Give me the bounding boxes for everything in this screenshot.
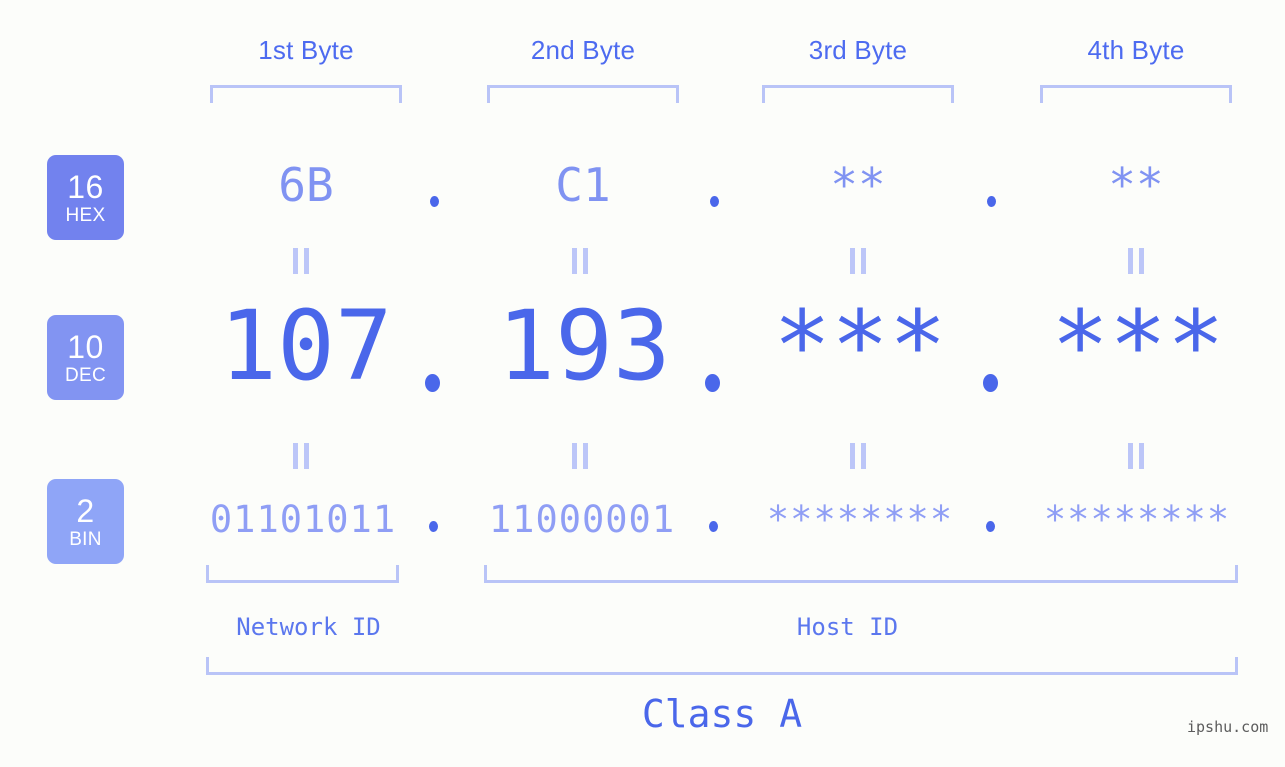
equality-connector-hex-dec-4	[1128, 248, 1144, 274]
equality-connector-dec-bin-4	[1128, 443, 1144, 469]
equality-connector-dec-bin-2	[572, 443, 588, 469]
base-badge-hex-abbr: HEX	[65, 204, 106, 226]
dec-byte-value-2: 193	[497, 290, 671, 402]
hex-separator-1	[430, 196, 439, 207]
network-id-bracket	[206, 565, 399, 583]
class-bracket	[206, 657, 1238, 675]
base-badge-bin: 2 BIN	[47, 479, 124, 564]
host-id-bracket	[484, 565, 1238, 583]
equality-connector-dec-bin-1	[293, 443, 309, 469]
base-badge-bin-number: 2	[76, 492, 95, 529]
hex-byte-value-4: **	[1108, 158, 1164, 212]
equality-connector-hex-dec-3	[850, 248, 866, 274]
dec-byte-value-4: ***	[1051, 290, 1225, 402]
hex-byte-value-2: C1	[555, 158, 611, 212]
byte-bracket-2	[487, 85, 679, 103]
base-badge-hex: 16 HEX	[47, 155, 124, 240]
hex-byte-value-3: **	[830, 158, 886, 212]
host-id-label: Host ID	[796, 613, 899, 641]
bin-separator-2	[709, 521, 718, 532]
dec-byte-value-3: ***	[773, 290, 947, 402]
dec-byte-value-1: 107	[219, 290, 393, 402]
equality-connector-dec-bin-3	[850, 443, 866, 469]
bin-byte-value-1: 01101011	[209, 498, 397, 541]
byte-header-label-3: 3rd Byte	[808, 35, 908, 65]
class-label: Class A	[641, 692, 803, 736]
bin-byte-value-4: ********	[1043, 498, 1231, 541]
bin-byte-value-3: ********	[766, 498, 954, 541]
dec-separator-1	[425, 374, 440, 392]
equality-connector-hex-dec-1	[293, 248, 309, 274]
base-badge-dec-number: 10	[67, 328, 104, 365]
byte-bracket-3	[762, 85, 954, 103]
byte-bracket-4	[1040, 85, 1232, 103]
base-badge-dec-abbr: DEC	[64, 364, 106, 386]
ip-byte-diagram: 1st Byte 2nd Byte 3rd Byte 4th Byte 16 H…	[0, 0, 1285, 767]
equality-connector-hex-dec-2	[572, 248, 588, 274]
byte-header-label-4: 4th Byte	[1087, 35, 1185, 65]
hex-separator-2	[710, 196, 719, 207]
dec-separator-2	[705, 374, 720, 392]
dec-separator-3	[983, 374, 998, 392]
watermark: ipshu.com	[1187, 718, 1269, 736]
base-badge-dec: 10 DEC	[47, 315, 124, 400]
bin-separator-3	[986, 521, 995, 532]
base-badge-bin-abbr: BIN	[69, 528, 102, 550]
byte-header-label-2: 2nd Byte	[530, 35, 636, 65]
hex-byte-value-1: 6B	[278, 158, 334, 212]
bin-separator-1	[429, 521, 438, 532]
byte-header-label-1: 1st Byte	[258, 35, 354, 65]
base-badge-hex-number: 16	[67, 168, 104, 205]
hex-separator-3	[987, 196, 996, 207]
byte-bracket-1	[210, 85, 402, 103]
bin-byte-value-2: 11000001	[488, 498, 676, 541]
network-id-label: Network ID	[236, 613, 381, 641]
